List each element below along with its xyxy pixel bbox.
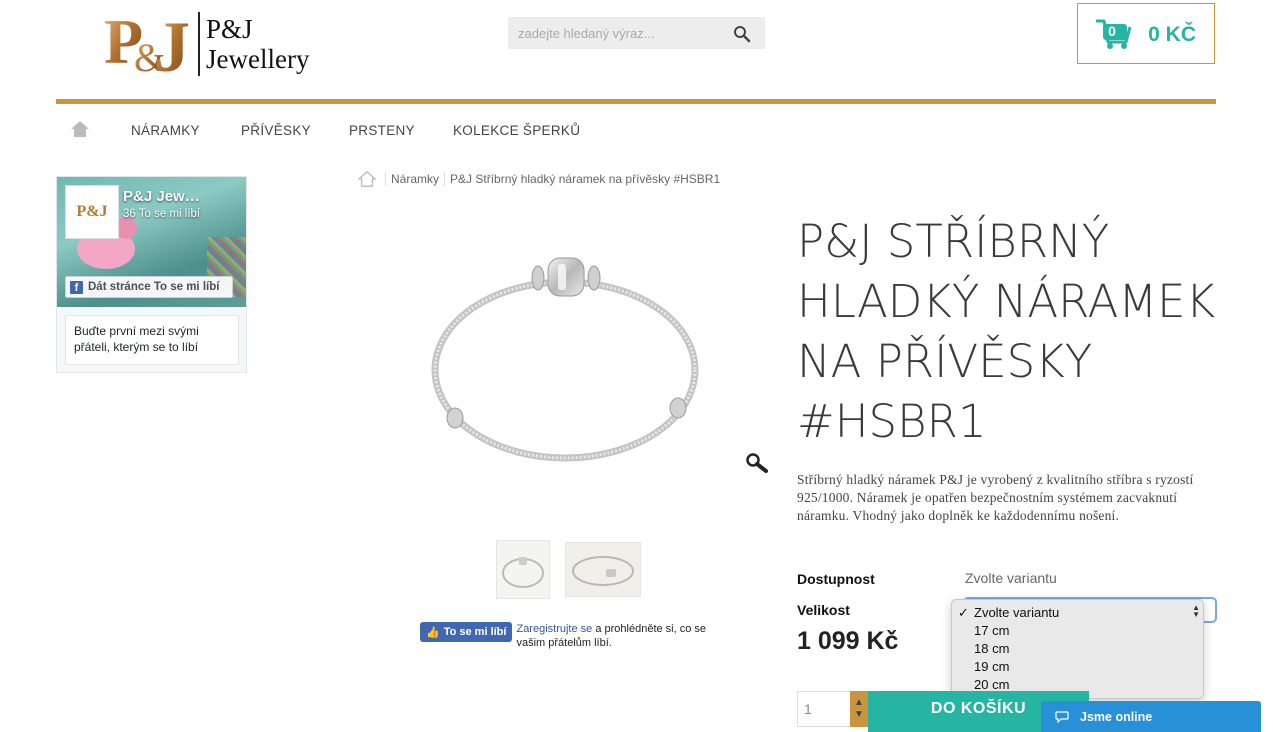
home-icon[interactable] bbox=[70, 120, 90, 138]
facebook-icon: f bbox=[70, 280, 83, 294]
thumbs-up-icon: 👍 bbox=[426, 626, 440, 639]
decrease-icon[interactable]: ▼ bbox=[854, 709, 864, 721]
facebook-like-page-button[interactable]: f Dát stránce To se mi líbí bbox=[65, 276, 233, 298]
product-thumbnail[interactable] bbox=[496, 540, 550, 599]
select-arrows-icon: ▲ ▼ bbox=[1192, 603, 1200, 619]
logo-text-line1: P&J bbox=[206, 14, 253, 44]
nav-item-privesky[interactable]: PŘÍVĚSKY bbox=[241, 123, 311, 138]
nav-item-prsteny[interactable]: PRSTENY bbox=[349, 123, 415, 138]
size-option-label: 17 cm bbox=[974, 623, 1010, 638]
quantity-stepper[interactable]: ▲ ▼ bbox=[850, 691, 868, 727]
availability-label: Dostupnost bbox=[797, 571, 875, 587]
product-description: Stříbrný hladký náramek P&J je vyrobený … bbox=[797, 472, 1194, 523]
size-option-label: 18 cm bbox=[974, 641, 1010, 656]
search-box bbox=[508, 17, 765, 49]
facebook-like-text: Zaregistrujte se a prohlédněte si, co se… bbox=[516, 622, 716, 650]
quantity-input[interactable]: 1 bbox=[797, 691, 851, 727]
increase-icon[interactable]: ▲ bbox=[854, 697, 864, 709]
facebook-cover-image[interactable]: P&J P&J Jew… 36 To se mi líbí f Dát strá… bbox=[57, 177, 246, 307]
product-title: P&J STŘÍBRNÝ HLADKÝ NÁRAMEK NA PŘÍVĚSKY … bbox=[797, 215, 1216, 448]
product-thumbnail[interactable] bbox=[565, 542, 641, 597]
facebook-friends-text: Buďte první mezi svými přáteli, kterým s… bbox=[65, 315, 239, 365]
product-main-image[interactable] bbox=[420, 250, 710, 470]
logo-monogram: P & J bbox=[104, 5, 192, 87]
checkmark-icon: ✓ bbox=[958, 605, 969, 620]
facebook-register-link[interactable]: Zaregistrujte se bbox=[516, 623, 592, 635]
cart-total: 0 KČ bbox=[1148, 23, 1196, 46]
breadcrumb-home-icon[interactable] bbox=[358, 170, 376, 188]
size-option[interactable]: 19 cm bbox=[952, 658, 1203, 676]
chat-widget[interactable]: Jsme online bbox=[1041, 701, 1261, 732]
cart-count: 0 bbox=[1108, 23, 1116, 39]
breadcrumb-current: P&J Stříbrný hladký náramek na přívěsky … bbox=[450, 172, 721, 186]
facebook-page-name[interactable]: P&J Jew… bbox=[123, 188, 200, 205]
size-option-label: 20 cm bbox=[974, 677, 1010, 692]
nav-item-naramky[interactable]: NÁRAMKY bbox=[131, 123, 200, 138]
logo-text: P&J Jewellery bbox=[206, 14, 309, 74]
zoom-icon[interactable] bbox=[745, 452, 769, 474]
chat-label: Jsme online bbox=[1080, 709, 1153, 724]
size-option-label: 19 cm bbox=[974, 659, 1010, 674]
svg-text:J: J bbox=[154, 7, 190, 83]
size-option[interactable]: ✓ Zvolte variantu bbox=[952, 604, 1203, 622]
size-option[interactable]: 18 cm bbox=[952, 640, 1203, 658]
cart-button[interactable]: 0 0 KČ bbox=[1077, 3, 1215, 64]
availability-value: Zvolte variantu bbox=[965, 570, 1057, 586]
nav-item-kolekce[interactable]: KOLEKCE ŠPERKŮ bbox=[453, 123, 580, 138]
facebook-like-button[interactable]: 👍 To se mi líbí bbox=[420, 622, 513, 642]
breadcrumb: Náramky P&J Stříbrný hladký náramek na p… bbox=[358, 170, 720, 188]
breadcrumb-category[interactable]: Náramky bbox=[391, 172, 439, 186]
thumbnail-image bbox=[502, 557, 544, 588]
facebook-like-page-label: Dát stránce To se mi líbí bbox=[88, 281, 220, 293]
size-option-label: Zvolte variantu bbox=[974, 605, 1060, 620]
product-price: 1 099 Kč bbox=[797, 627, 899, 655]
size-option[interactable]: 17 cm bbox=[952, 622, 1203, 640]
main-nav: NÁRAMKY PŘÍVĚSKY PRSTENY KOLEKCE ŠPERKŮ bbox=[56, 104, 1216, 156]
size-label: Velikost bbox=[797, 602, 850, 618]
chat-bubble-icon bbox=[1055, 710, 1069, 723]
search-icon[interactable] bbox=[733, 25, 751, 43]
logo-text-line2: Jewellery bbox=[206, 44, 310, 74]
site-logo[interactable]: P & J P&J Jewellery bbox=[104, 4, 334, 87]
facebook-page-widget: P&J P&J Jew… 36 To se mi líbí f Dát strá… bbox=[56, 176, 247, 373]
size-dropdown-list: ✓ Zvolte variantu 17 cm 18 cm 19 cm 20 cm… bbox=[951, 599, 1204, 699]
thumbnail-image bbox=[572, 556, 634, 586]
facebook-like-row: 👍 To se mi líbí Zaregistrujte se a prohl… bbox=[420, 622, 716, 650]
search-input[interactable] bbox=[508, 17, 728, 49]
breadcrumb-separator bbox=[385, 172, 386, 186]
breadcrumb-separator bbox=[444, 172, 446, 186]
facebook-page-likes: 36 To se mi líbí bbox=[123, 208, 201, 220]
logo-divider bbox=[198, 12, 200, 76]
facebook-like-label: To se mi líbí bbox=[443, 626, 507, 638]
facebook-page-logo[interactable]: P&J bbox=[65, 185, 119, 239]
